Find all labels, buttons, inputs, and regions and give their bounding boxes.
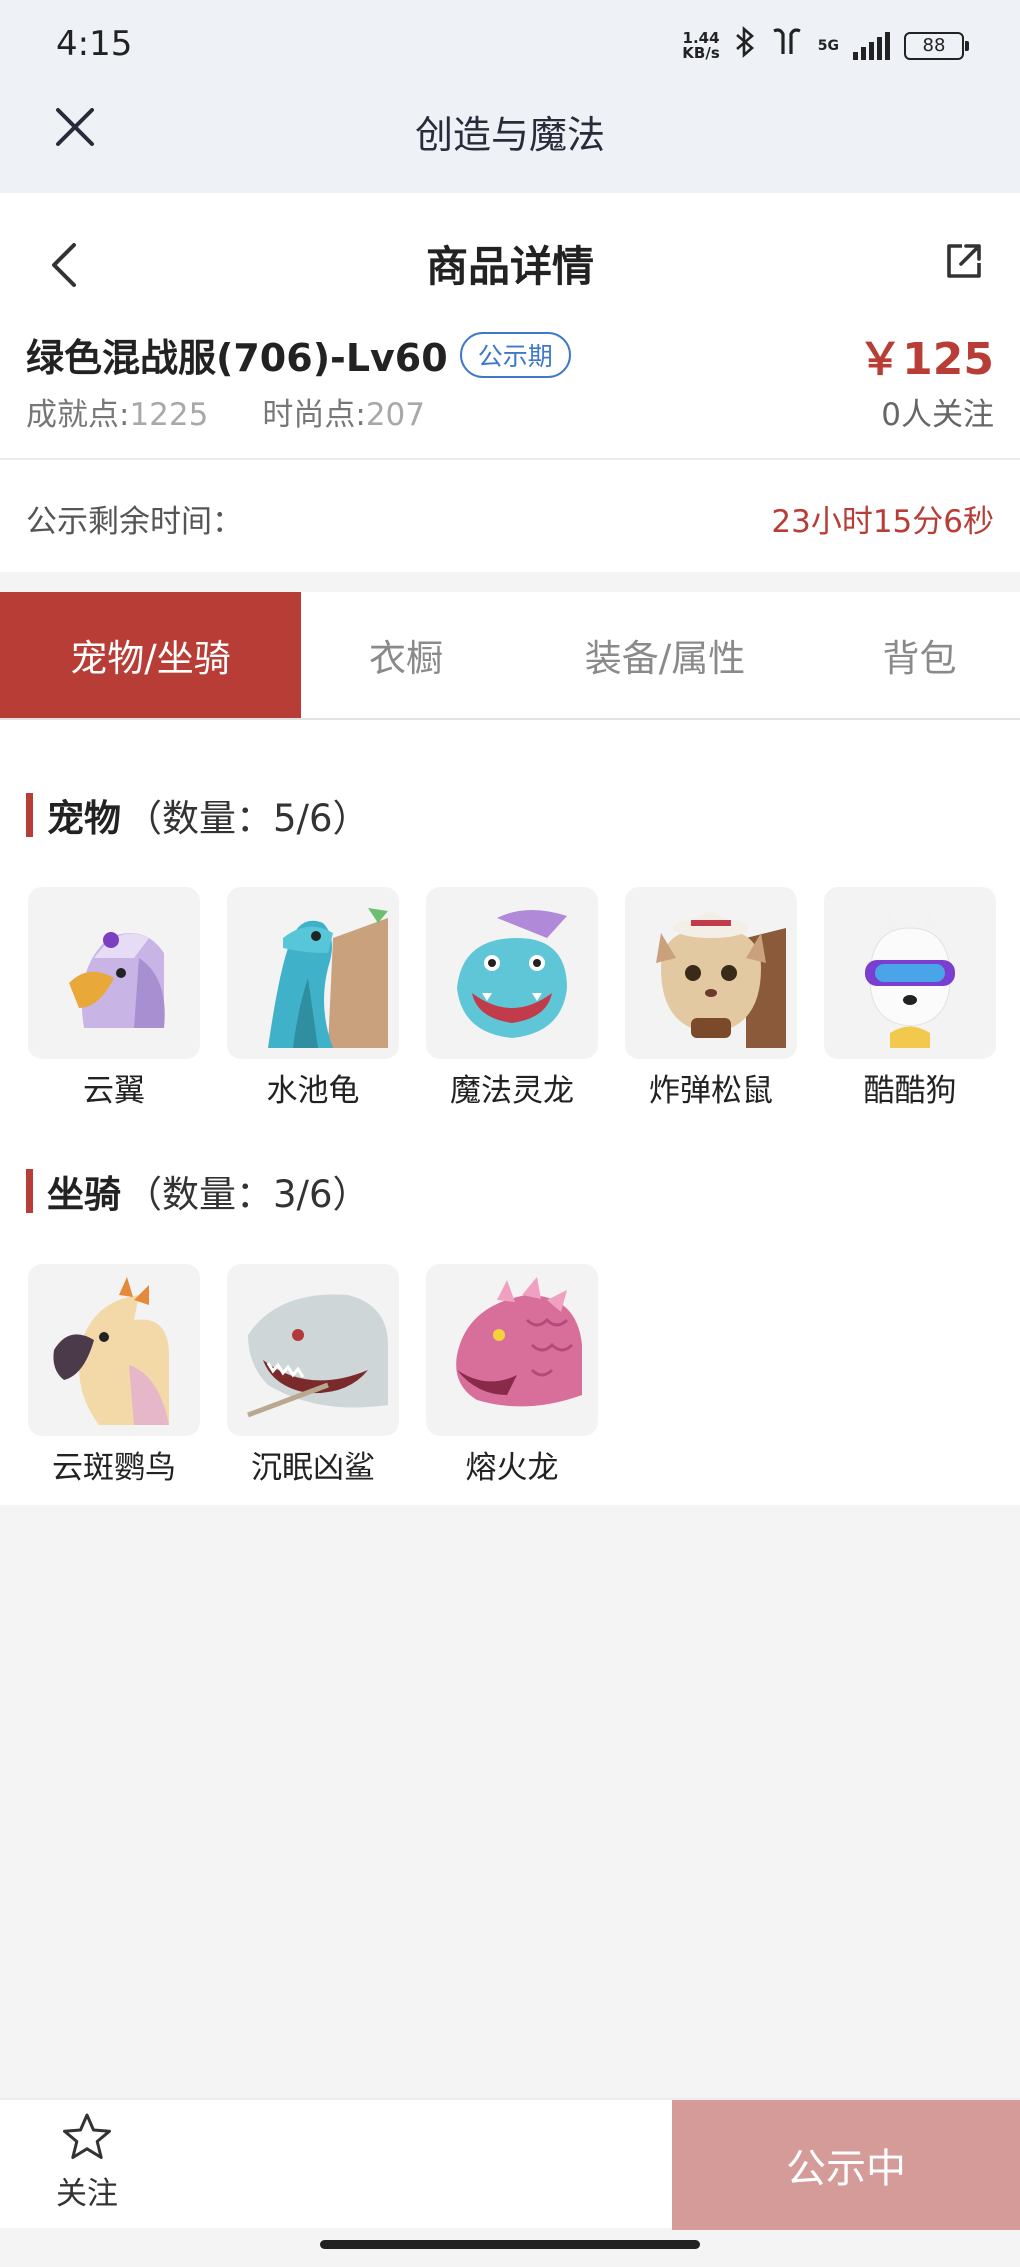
mount-item[interactable]: 熔火龙 (426, 1264, 598, 1487)
section-marker (26, 1169, 33, 1213)
tab-bar: 宠物/坐骑 衣橱 装备/属性 背包 (0, 592, 1020, 720)
network-type: 5G (817, 38, 839, 54)
battery-icon: 88 (904, 32, 969, 60)
mount-name: 熔火龙 (465, 1450, 559, 1486)
timer-value: 23小时15分6秒 (771, 504, 994, 540)
battery-level: 88 (922, 35, 946, 56)
pets-grid: 云翼 水池龟 魔法灵龙 炸弹松鼠 酷酷狗 (28, 887, 996, 1110)
turtle-icon (227, 887, 399, 1059)
griffin-icon (28, 887, 200, 1059)
pet-name: 水池龟 (266, 1073, 360, 1109)
dog-icon (824, 887, 996, 1059)
tab-backpack[interactable]: 背包 (819, 592, 1020, 718)
status-icons: 1.44 KB/s 5G 88 (682, 26, 969, 66)
fashion-value: 207 (365, 397, 425, 433)
home-indicator[interactable] (320, 2240, 700, 2249)
mount-item[interactable]: 沉眠凶鲨 (227, 1264, 399, 1487)
earbuds-icon (770, 27, 804, 65)
fashion-label: 时尚点: (262, 397, 366, 433)
publicity-status-button[interactable]: 公示中 (672, 2100, 1020, 2230)
shark-icon (227, 1264, 399, 1436)
product-name: 绿色混战服(706)-Lv60 (26, 336, 448, 380)
tab-equipment[interactable]: 装备/属性 (511, 592, 819, 718)
section-marker (26, 793, 33, 837)
top-area: 4:15 1.44 KB/s 5G 88 创造与魔法 (0, 0, 1020, 193)
product-price: ￥125 (858, 334, 994, 385)
share-icon[interactable] (944, 241, 984, 281)
mounts-grid: 云斑鹦鸟 沉眠凶鲨 熔火龙 (28, 1264, 598, 1487)
pet-item[interactable]: 炸弹松鼠 (625, 887, 797, 1110)
status-badge: 公示期 (459, 331, 571, 378)
status-bar: 4:15 1.44 KB/s 5G 88 (0, 0, 1020, 90)
dragon-icon (426, 887, 598, 1059)
pet-name: 云翼 (83, 1073, 145, 1109)
achievement-value: 1225 (129, 397, 209, 433)
product-name-row: 绿色混战服(706)-Lv60 公示期 (26, 327, 571, 382)
follow-label: 关注 (56, 2176, 118, 2212)
page-title: 商品详情 (425, 242, 594, 291)
signal-icon (853, 32, 890, 60)
publicity-timer: 公示剩余时间： 23小时15分6秒 (0, 460, 1020, 572)
parrot-icon (28, 1264, 200, 1436)
follow-button[interactable]: 关注 (56, 2112, 118, 2213)
app-title: 创造与魔法 (414, 113, 605, 157)
network-speed: 1.44 KB/s (682, 31, 719, 61)
pet-name: 炸弹松鼠 (649, 1073, 773, 1109)
mount-item[interactable]: 云斑鹦鸟 (28, 1264, 200, 1487)
pets-section-header: 宠物 （数量：5/6） (26, 788, 370, 842)
pets-title: 宠物 (47, 797, 121, 840)
mounts-section-header: 坐骑 （数量：3/6） (26, 1164, 370, 1218)
pet-name: 酷酷狗 (863, 1073, 957, 1109)
pet-item[interactable]: 水池龟 (227, 887, 399, 1110)
status-time: 4:15 (56, 24, 133, 64)
pet-item[interactable]: 云翼 (28, 887, 200, 1110)
pets-count: （数量：5/6） (125, 797, 370, 840)
achievement-label: 成就点: (26, 397, 130, 433)
follower-count: 0人关注 (881, 397, 994, 433)
mounts-count: （数量：3/6） (125, 1173, 370, 1216)
fire-dragon-icon (426, 1264, 598, 1436)
tab-pets-mounts[interactable]: 宠物/坐骑 (0, 592, 301, 718)
tab-wardrobe[interactable]: 衣橱 (301, 592, 511, 718)
pet-name: 魔法灵龙 (450, 1073, 574, 1109)
squirrel-icon (625, 887, 797, 1059)
mounts-title: 坐骑 (47, 1173, 121, 1216)
speed-unit: KB/s (682, 44, 720, 62)
pet-item[interactable]: 魔法灵龙 (426, 887, 598, 1110)
tab-content: 宠物 （数量：5/6） 云翼 水池龟 魔法灵龙 炸弹松鼠 酷酷狗 坐骑 （数量：… (0, 720, 1020, 1505)
product-header: 商品详情 绿色混战服(706)-Lv60 公示期 ￥125 成就点:1225 时尚… (0, 193, 1020, 460)
bluetooth-icon (734, 26, 756, 66)
product-stats: 成就点:1225 时尚点:207 (26, 389, 425, 434)
bottom-action-bar: 关注 公示中 (0, 2098, 1020, 2230)
star-icon (61, 2112, 113, 2166)
mount-name: 沉眠凶鲨 (251, 1450, 375, 1486)
mount-name: 云斑鹦鸟 (52, 1450, 176, 1486)
timer-label: 公示剩余时间： (26, 504, 243, 540)
pet-item[interactable]: 酷酷狗 (824, 887, 996, 1110)
